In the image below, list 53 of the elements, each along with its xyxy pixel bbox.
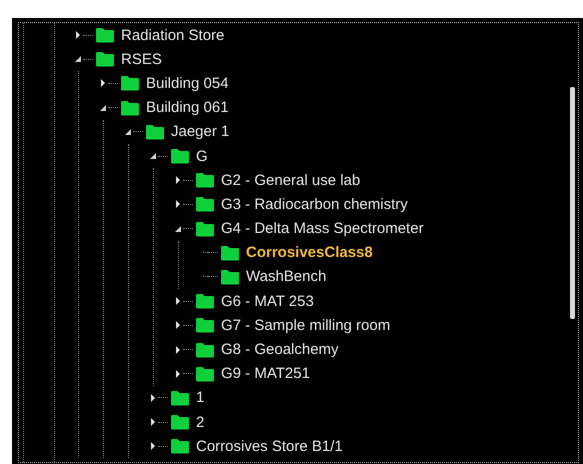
collapsed-triangle-icon[interactable]	[174, 200, 182, 208]
tree-item-label[interactable]: Building 061	[146, 99, 229, 116]
collapsed-triangle-icon[interactable]	[74, 31, 82, 40]
collapsed-triangle-icon[interactable]	[149, 394, 157, 402]
tree-item-label[interactable]: 2	[196, 414, 204, 431]
folder-icon	[170, 148, 190, 164]
folder-icon	[170, 390, 190, 406]
folder-icon	[95, 27, 115, 44]
tree-item-label[interactable]: G7 - Sample milling room	[221, 316, 390, 334]
tree-item-label[interactable]: G	[196, 148, 208, 165]
collapsed-triangle-icon[interactable]	[99, 79, 107, 88]
folder-icon	[120, 75, 140, 92]
collapsed-triangle-icon[interactable]	[174, 176, 182, 184]
scrollbar-thumb[interactable]	[570, 87, 575, 319]
tree-item-label[interactable]: 1	[196, 389, 204, 406]
tree-item-label[interactable]: CorrosivesClass8	[246, 244, 373, 262]
collapsed-triangle-icon[interactable]	[174, 297, 182, 306]
tree-item-label[interactable]: Building 054	[146, 74, 229, 92]
tree-item-label[interactable]: G4 - Delta Mass Spectrometer	[221, 220, 424, 238]
expanded-triangle-icon[interactable]	[149, 152, 157, 160]
expanded-triangle-icon[interactable]	[124, 128, 132, 136]
collapsed-triangle-icon[interactable]	[149, 442, 157, 450]
folder-icon	[220, 268, 240, 285]
folder-icon	[195, 342, 215, 358]
tree-item-label[interactable]: Radiation Store	[121, 26, 224, 44]
folder-icon	[170, 438, 190, 454]
tree-item-label[interactable]: G2 - General use lab	[221, 172, 360, 189]
collapsed-triangle-icon[interactable]	[174, 346, 182, 354]
tree-item-label[interactable]: G8 - Geoalchemy	[221, 341, 339, 358]
tree-item-label[interactable]: G9 - MAT251	[221, 365, 310, 382]
folder-icon	[220, 244, 240, 261]
expanded-triangle-icon[interactable]	[74, 55, 82, 64]
folder-icon	[170, 414, 190, 430]
tree-item-label[interactable]: Jaeger 1	[171, 123, 230, 140]
tree-item-label[interactable]: G3 - Radiocarbon chemistry	[221, 196, 408, 213]
tree-item-label[interactable]: WashBench	[246, 268, 326, 286]
folder-icon	[195, 196, 215, 212]
tree-item-label[interactable]: RSES	[121, 50, 162, 68]
tree-item-label[interactable]: G6 - MAT 253	[221, 292, 314, 310]
folder-icon	[120, 100, 140, 116]
collapsed-triangle-icon[interactable]	[174, 321, 182, 330]
folder-icon	[195, 293, 215, 310]
folder-icon	[195, 220, 215, 237]
folder-icon	[195, 172, 215, 188]
collapsed-triangle-icon[interactable]	[174, 370, 182, 378]
expanded-triangle-icon[interactable]	[174, 224, 182, 233]
folder-icon	[195, 366, 215, 382]
folder-icon	[95, 51, 115, 68]
tree-item-label[interactable]: Corrosives Store B1/1	[196, 438, 343, 455]
folder-icon	[195, 317, 215, 334]
collapsed-triangle-icon[interactable]	[149, 418, 157, 426]
expanded-triangle-icon[interactable]	[99, 104, 107, 112]
folder-icon	[145, 124, 165, 140]
